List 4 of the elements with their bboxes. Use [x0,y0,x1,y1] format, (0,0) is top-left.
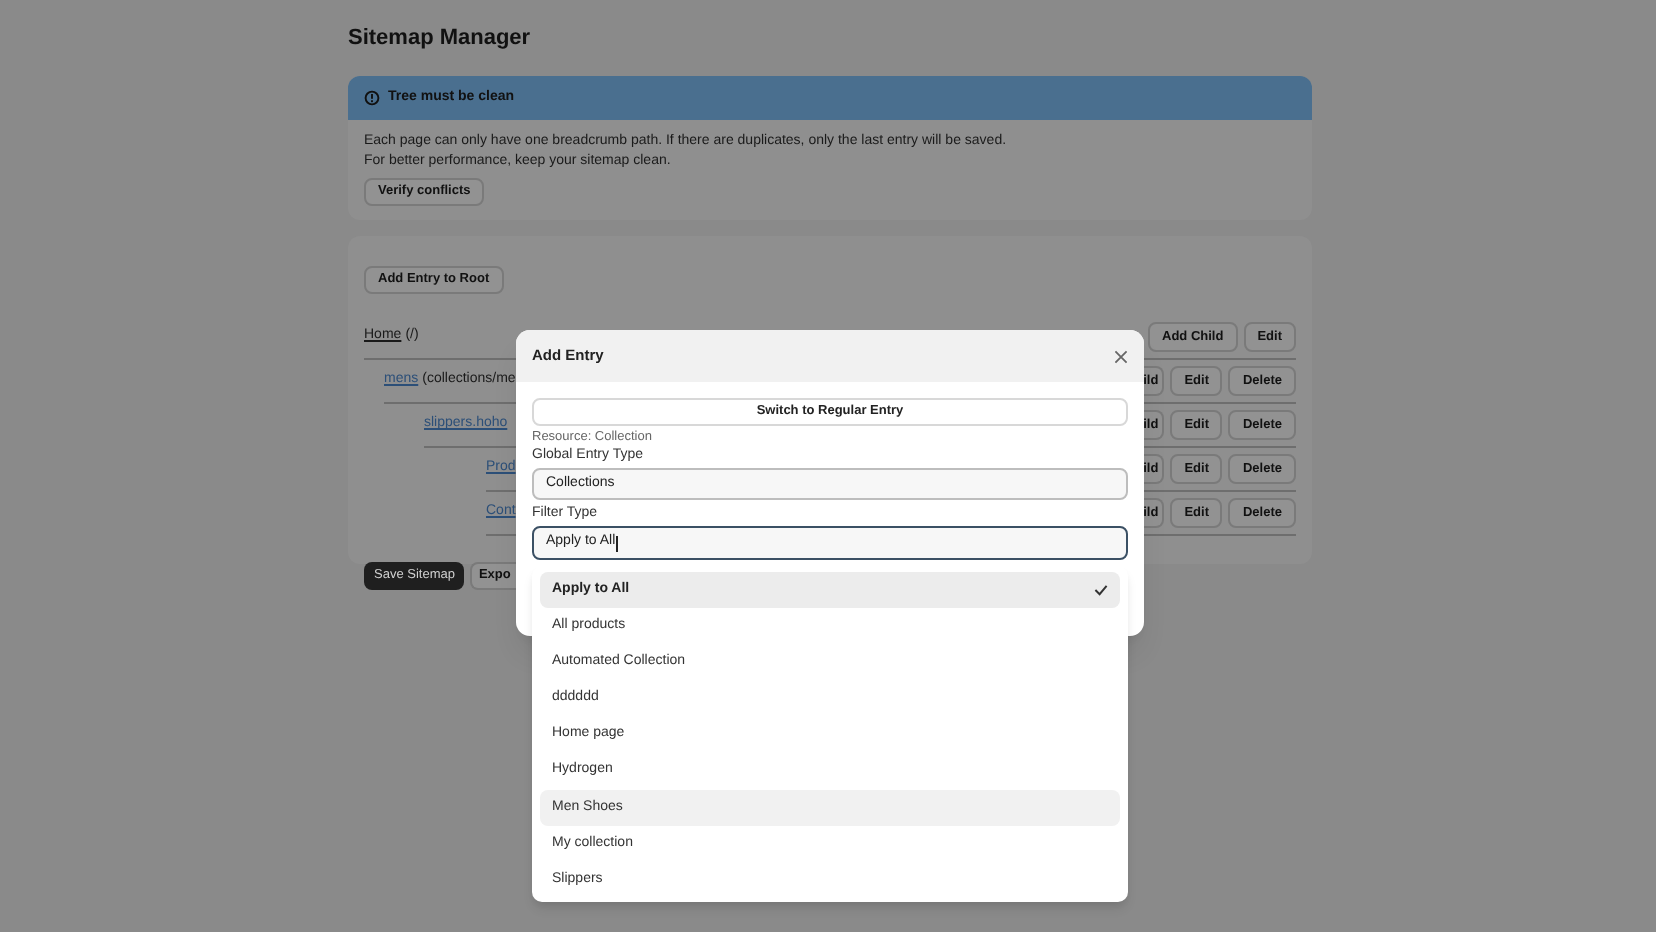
close-icon[interactable] [1114,349,1128,363]
page-title: Sitemap Manager [348,24,533,54]
check-icon [1094,583,1108,596]
info-icon [364,90,380,106]
